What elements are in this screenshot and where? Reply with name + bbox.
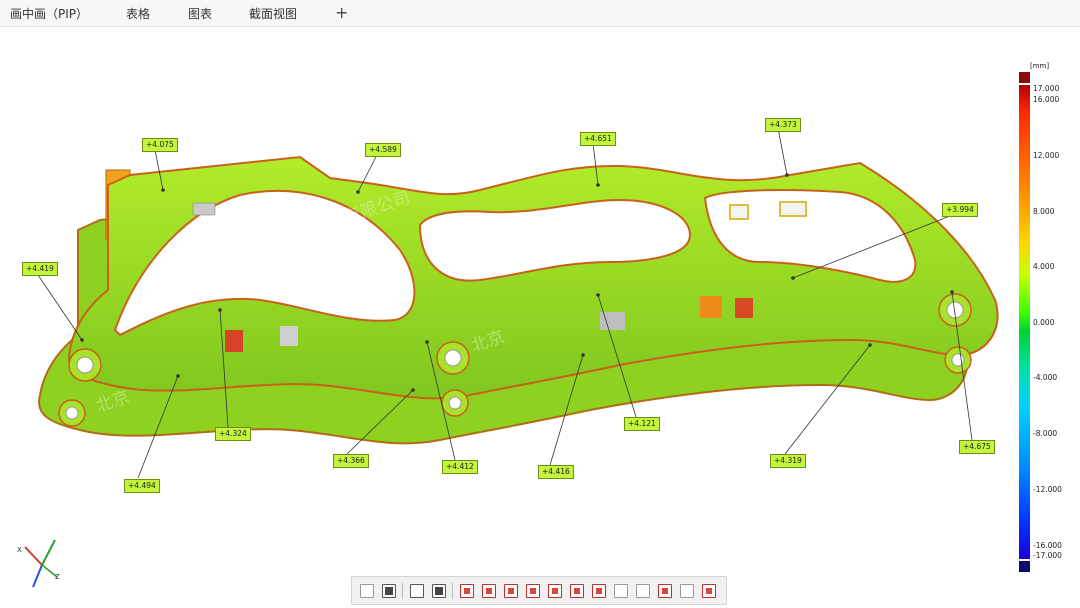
deviation-callout[interactable]: +3.994 bbox=[942, 203, 978, 217]
scale-tick: 17.000 bbox=[1033, 84, 1060, 93]
scale-bottom-cap bbox=[1019, 561, 1030, 572]
scale-tick: 12.000 bbox=[1033, 151, 1060, 160]
deviation-callout[interactable]: +4.419 bbox=[22, 262, 58, 276]
tab-section-view[interactable]: 截面视图 bbox=[249, 7, 297, 21]
scale-tick: 4.000 bbox=[1033, 262, 1055, 271]
frame-icon[interactable] bbox=[526, 584, 540, 598]
angle-icon[interactable] bbox=[570, 584, 584, 598]
scale-tick: -12.000 bbox=[1033, 485, 1062, 494]
measure-icon[interactable] bbox=[548, 584, 562, 598]
deviation-callout[interactable]: +4.075 bbox=[142, 138, 178, 152]
deviation-callout[interactable]: +4.589 bbox=[365, 143, 401, 157]
deviation-callout[interactable]: +4.319 bbox=[770, 454, 806, 468]
deviation-callout[interactable]: +4.121 bbox=[624, 417, 660, 431]
point-label-icon[interactable] bbox=[460, 584, 474, 598]
scale-unit: [mm] bbox=[1030, 62, 1050, 70]
tab-chart[interactable]: 图表 bbox=[188, 7, 212, 21]
grid-icon[interactable] bbox=[614, 584, 628, 598]
link-icon[interactable] bbox=[592, 584, 606, 598]
view-fit-icon[interactable] bbox=[360, 584, 374, 598]
scale-tick: -17.000 bbox=[1033, 551, 1062, 560]
check-icon[interactable] bbox=[680, 584, 694, 598]
deviation-callout[interactable]: +4.494 bbox=[124, 479, 160, 493]
bounds-icon[interactable] bbox=[636, 584, 650, 598]
scale-tick: 16.000 bbox=[1033, 95, 1060, 104]
axis-triad: X Z bbox=[17, 539, 60, 588]
scale-tick: -8.000 bbox=[1033, 429, 1058, 438]
deviation-callout[interactable]: +4.373 bbox=[765, 118, 801, 132]
scale-tick: -4.000 bbox=[1033, 373, 1058, 382]
model-render bbox=[35, 127, 999, 479]
tab-bar: 画中画（PIP） 表格 图表 截面视图 + bbox=[0, 0, 1080, 27]
axis-z-label: Z bbox=[55, 573, 60, 581]
deviation-callout[interactable]: +4.416 bbox=[538, 465, 574, 479]
tab-table[interactable]: 表格 bbox=[126, 7, 150, 21]
axis-x-label: X bbox=[17, 546, 22, 554]
scale-tick: 0.000 bbox=[1033, 318, 1055, 327]
scale-top-cap bbox=[1019, 72, 1030, 83]
export-icon[interactable] bbox=[702, 584, 716, 598]
section-icon[interactable] bbox=[504, 584, 518, 598]
add-tab-button[interactable]: + bbox=[335, 4, 348, 22]
viewport-3d[interactable]: 精测电测量技术（北京）有限公司 北京 北京 +4.075 +4.589 +4.6… bbox=[0, 27, 1080, 608]
scale-tick: -16.000 bbox=[1033, 541, 1062, 550]
report-icon[interactable] bbox=[658, 584, 672, 598]
deviation-callout[interactable]: +4.412 bbox=[442, 460, 478, 474]
view-toolbar bbox=[351, 576, 727, 605]
screenshot-icon[interactable] bbox=[382, 584, 396, 598]
scale-tick: 8.000 bbox=[1033, 207, 1055, 216]
tab-pip[interactable]: 画中画（PIP） bbox=[10, 7, 88, 21]
align-icon[interactable] bbox=[432, 584, 446, 598]
deviation-label-icon[interactable] bbox=[482, 584, 496, 598]
deviation-callout[interactable]: +4.651 bbox=[580, 132, 616, 146]
deviation-callout[interactable]: +4.366 bbox=[333, 454, 369, 468]
deviation-callout[interactable]: +4.675 bbox=[959, 440, 995, 454]
color-scale-bar bbox=[1019, 85, 1030, 559]
deviation-callout[interactable]: +4.324 bbox=[215, 427, 251, 441]
select-region-icon[interactable] bbox=[410, 584, 424, 598]
